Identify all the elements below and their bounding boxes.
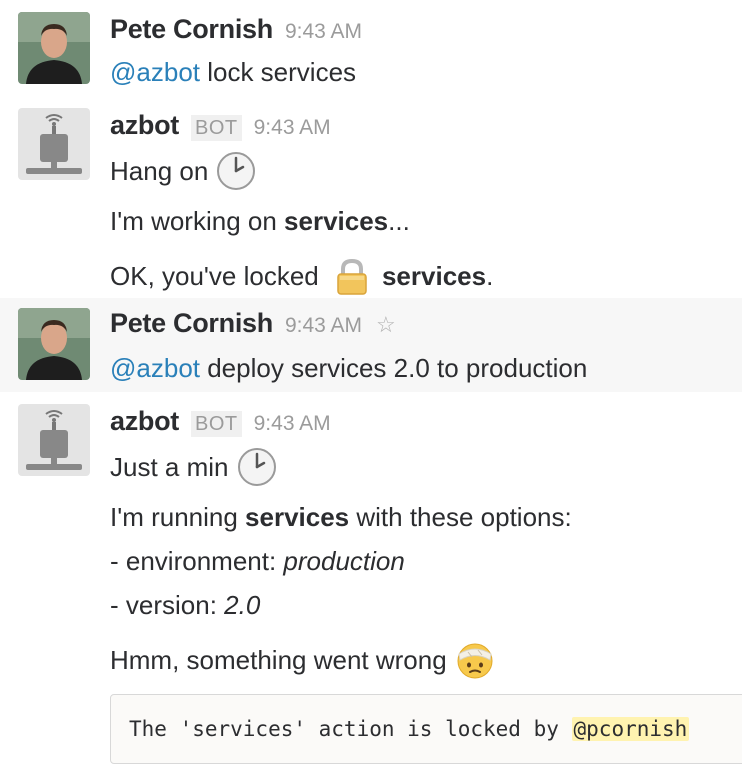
avatar-pete[interactable] xyxy=(18,308,90,380)
star-icon[interactable]: ☆ xyxy=(376,312,396,338)
bot-badge: BOT xyxy=(191,115,242,141)
author-name[interactable]: Pete Cornish xyxy=(110,308,273,339)
bold-text: services xyxy=(245,502,350,532)
message-line: OK, you've locked services . xyxy=(110,256,493,296)
message-text-body: deploy services 2.0 to production xyxy=(200,353,588,383)
message-header: azbot BOT 9:43 AM xyxy=(110,406,742,444)
message-azbot-1: azbot BOT 9:43 AM Hang on I'm working on… xyxy=(0,96,742,296)
message-line: Hang on xyxy=(110,151,256,191)
avatar-azbot[interactable] xyxy=(18,108,90,180)
message-header: azbot BOT 9:43 AM xyxy=(110,110,742,148)
message-text-body: lock services xyxy=(200,57,357,87)
message-text-body: Hang on xyxy=(110,156,209,186)
avatar-azbot[interactable] xyxy=(18,404,90,476)
message-text-body: Hmm, something went wrong xyxy=(110,645,447,675)
message-content: azbot BOT 9:43 AM xyxy=(110,406,742,444)
bold-text: services xyxy=(284,206,389,236)
timestamp[interactable]: 9:43 AM xyxy=(254,412,331,436)
italic-text: 2.0 xyxy=(224,590,261,620)
message-text-suffix: ... xyxy=(388,206,410,236)
message-text-suffix: with these options: xyxy=(349,502,572,532)
message-line: Hmm, something went wrong xyxy=(110,640,495,680)
message-content: Pete Cornish 9:43 AM xyxy=(110,14,742,52)
author-name[interactable]: azbot xyxy=(110,406,179,437)
message-content: azbot BOT 9:43 AM xyxy=(110,110,742,148)
timestamp[interactable]: 9:43 AM xyxy=(254,116,331,140)
message-text-body: I'm working on xyxy=(110,206,285,236)
code-mention[interactable]: @pcornish xyxy=(571,717,690,741)
lock-icon xyxy=(332,256,372,296)
message-text-body: Just a min xyxy=(110,452,229,482)
code-text: The 'services' action is locked by xyxy=(129,717,572,741)
message-text: @azbot deploy services 2.0 to production xyxy=(110,351,587,385)
clock-icon xyxy=(216,151,256,191)
face-with-head-bandage-icon xyxy=(455,640,495,680)
italic-text: production xyxy=(283,546,405,576)
code-block: The 'services' action is locked by @pcor… xyxy=(110,694,742,764)
message-header: Pete Cornish 9:43 AM ☆ xyxy=(110,308,742,346)
avatar-pete[interactable] xyxy=(18,12,90,84)
bot-badge: BOT xyxy=(191,411,242,437)
author-name[interactable]: Pete Cornish xyxy=(110,14,273,45)
message-line: Just a min xyxy=(110,447,277,487)
message-text-body: - environment: xyxy=(110,546,284,576)
timestamp[interactable]: 9:43 AM xyxy=(285,314,362,338)
bold-text: services xyxy=(381,261,487,291)
author-name[interactable]: azbot xyxy=(110,110,179,141)
clock-icon xyxy=(237,447,277,487)
message-line: I'm running services with these options: xyxy=(110,500,572,534)
message-text-body: I'm running xyxy=(110,502,246,532)
message-pete-1: Pete Cornish 9:43 AM @azbot lock service… xyxy=(0,0,742,96)
message-content: Pete Cornish 9:43 AM ☆ xyxy=(110,308,742,346)
message-line: - version: 2.0 xyxy=(110,588,260,622)
mention-link[interactable]: @azbot xyxy=(110,351,200,385)
message-text-body: - version: xyxy=(110,590,225,620)
mention-link[interactable]: @azbot xyxy=(110,55,200,89)
message-text-suffix: . xyxy=(486,261,494,291)
timestamp[interactable]: 9:43 AM xyxy=(285,20,362,44)
message-line: I'm working on services ... xyxy=(110,204,410,238)
message-text: @azbot lock services xyxy=(110,55,356,89)
message-text-body: OK, you've locked xyxy=(110,261,326,291)
message-pete-2: Pete Cornish 9:43 AM ☆ @azbot deploy ser… xyxy=(0,298,742,392)
message-line: - environment: production xyxy=(110,544,405,578)
message-header: Pete Cornish 9:43 AM xyxy=(110,14,742,52)
